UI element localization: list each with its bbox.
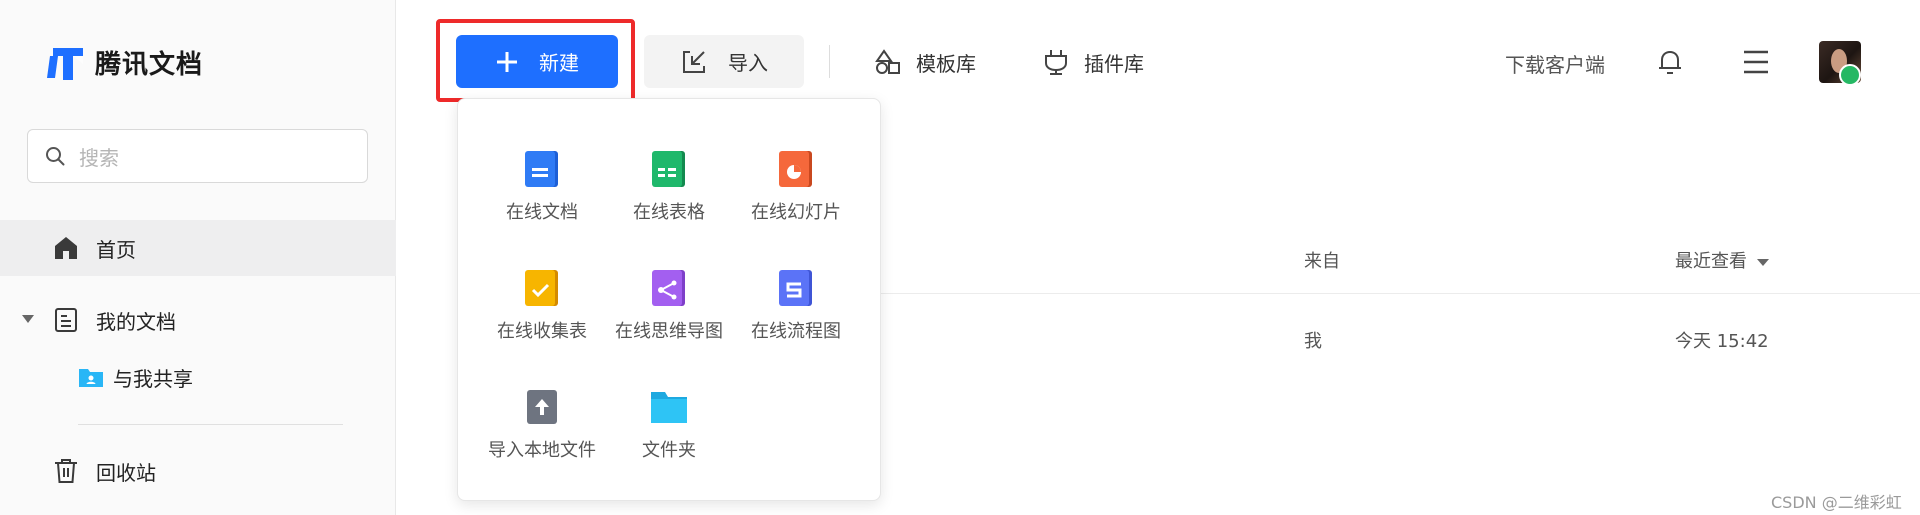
column-header-from[interactable]: 来自 bbox=[1304, 247, 1340, 273]
plus-icon bbox=[497, 51, 517, 72]
online-slides-icon bbox=[779, 151, 812, 187]
menu-item-label: 在线收集表 bbox=[497, 321, 587, 342]
menu-item-label: 在线文档 bbox=[506, 202, 578, 223]
table-cell-from: 我 bbox=[1304, 331, 1322, 352]
wechat-badge-icon bbox=[1839, 64, 1861, 86]
import-button-label: 导入 bbox=[728, 51, 768, 75]
new-online-sheet[interactable]: 在线表格 bbox=[605, 148, 733, 224]
online-flowchart-icon bbox=[779, 270, 812, 306]
search-placeholder: 搜索 bbox=[79, 145, 119, 170]
new-online-mindmap[interactable]: 在线思维导图 bbox=[605, 267, 733, 343]
sidebar-item-shared-with-me[interactable]: 与我共享 bbox=[0, 349, 396, 405]
new-folder[interactable]: 文件夹 bbox=[605, 386, 733, 462]
import-local-file[interactable]: 导入本地文件 bbox=[478, 386, 606, 462]
tencent-docs-logo-icon bbox=[47, 48, 83, 80]
menu-item-label: 在线表格 bbox=[633, 202, 705, 223]
sidebar-item-label: 首页 bbox=[96, 237, 136, 262]
expand-triangle-icon[interactable] bbox=[22, 315, 34, 323]
new-online-flowchart[interactable]: 在线流程图 bbox=[732, 267, 860, 343]
sidebar: 腾讯文档 搜索 首页 我的文档 与我共享 回收站 bbox=[0, 0, 396, 515]
menu-item-label: 在线流程图 bbox=[751, 321, 841, 342]
plugins-link[interactable]: 插件库 bbox=[1042, 45, 1144, 79]
online-form-icon bbox=[525, 270, 558, 306]
import-local-file-icon bbox=[527, 390, 557, 424]
sidebar-divider bbox=[78, 424, 343, 425]
import-button[interactable]: 导入 bbox=[644, 35, 804, 88]
app-logo[interactable]: 腾讯文档 bbox=[47, 42, 203, 82]
new-menu-dropdown: 在线文档 在线表格 在线幻灯片 在线收集表 在线思维导图 在线流程图 导入本地文… bbox=[457, 98, 881, 501]
new-button-label: 新建 bbox=[539, 51, 579, 75]
sidebar-item-my-docs[interactable]: 我的文档 bbox=[0, 292, 396, 348]
new-button[interactable]: 新建 bbox=[456, 35, 618, 88]
templates-link[interactable]: 模板库 bbox=[874, 45, 976, 79]
sidebar-item-home[interactable]: 首页 bbox=[0, 220, 396, 276]
online-sheet-icon bbox=[652, 151, 685, 187]
column-header-last-viewed-label: 最近查看 bbox=[1675, 251, 1747, 272]
menu-item-label: 导入本地文件 bbox=[488, 440, 596, 461]
online-mindmap-icon bbox=[652, 270, 685, 306]
bell-icon[interactable] bbox=[1656, 48, 1684, 76]
sidebar-item-trash[interactable]: 回收站 bbox=[0, 443, 396, 499]
trash-icon bbox=[55, 459, 77, 483]
menu-item-label: 在线思维导图 bbox=[615, 321, 723, 342]
new-online-doc[interactable]: 在线文档 bbox=[478, 148, 606, 224]
sidebar-item-label: 我的文档 bbox=[96, 309, 176, 334]
sidebar-item-label: 回收站 bbox=[96, 460, 156, 485]
search-icon bbox=[46, 147, 65, 166]
new-online-form[interactable]: 在线收集表 bbox=[478, 267, 606, 343]
sidebar-item-label: 与我共享 bbox=[113, 366, 193, 391]
online-doc-icon bbox=[525, 151, 558, 187]
app-name: 腾讯文档 bbox=[95, 49, 204, 80]
menu-item-label: 文件夹 bbox=[642, 440, 696, 461]
plugin-icon bbox=[1045, 50, 1067, 75]
column-header-last-viewed[interactable]: 最近查看 bbox=[1675, 247, 1769, 273]
import-icon bbox=[683, 50, 705, 73]
home-icon bbox=[55, 237, 77, 259]
templates-icon bbox=[875, 49, 900, 74]
hamburger-menu-icon[interactable] bbox=[1742, 49, 1770, 75]
toolbar-divider bbox=[829, 45, 830, 78]
table-header-divider bbox=[880, 293, 1920, 294]
sort-down-icon[interactable] bbox=[1757, 258, 1769, 266]
folder-icon bbox=[651, 392, 687, 423]
shared-folder-icon bbox=[79, 369, 103, 387]
document-icon bbox=[55, 308, 77, 332]
watermark: CSDN @二维彩虹 bbox=[1771, 493, 1902, 512]
templates-label: 模板库 bbox=[916, 51, 976, 76]
menu-item-label: 在线幻灯片 bbox=[751, 202, 841, 223]
search-input[interactable]: 搜索 bbox=[27, 129, 368, 183]
new-online-slides[interactable]: 在线幻灯片 bbox=[732, 148, 860, 224]
plugins-label: 插件库 bbox=[1084, 51, 1144, 76]
app-window: 腾讯文档 搜索 首页 我的文档 与我共享 回收站 新建 导入 模板库 插件库 下… bbox=[0, 0, 1920, 515]
download-client-link[interactable]: 下载客户端 bbox=[1505, 49, 1605, 78]
table-cell-last-viewed: 今天 15:42 bbox=[1675, 331, 1769, 352]
